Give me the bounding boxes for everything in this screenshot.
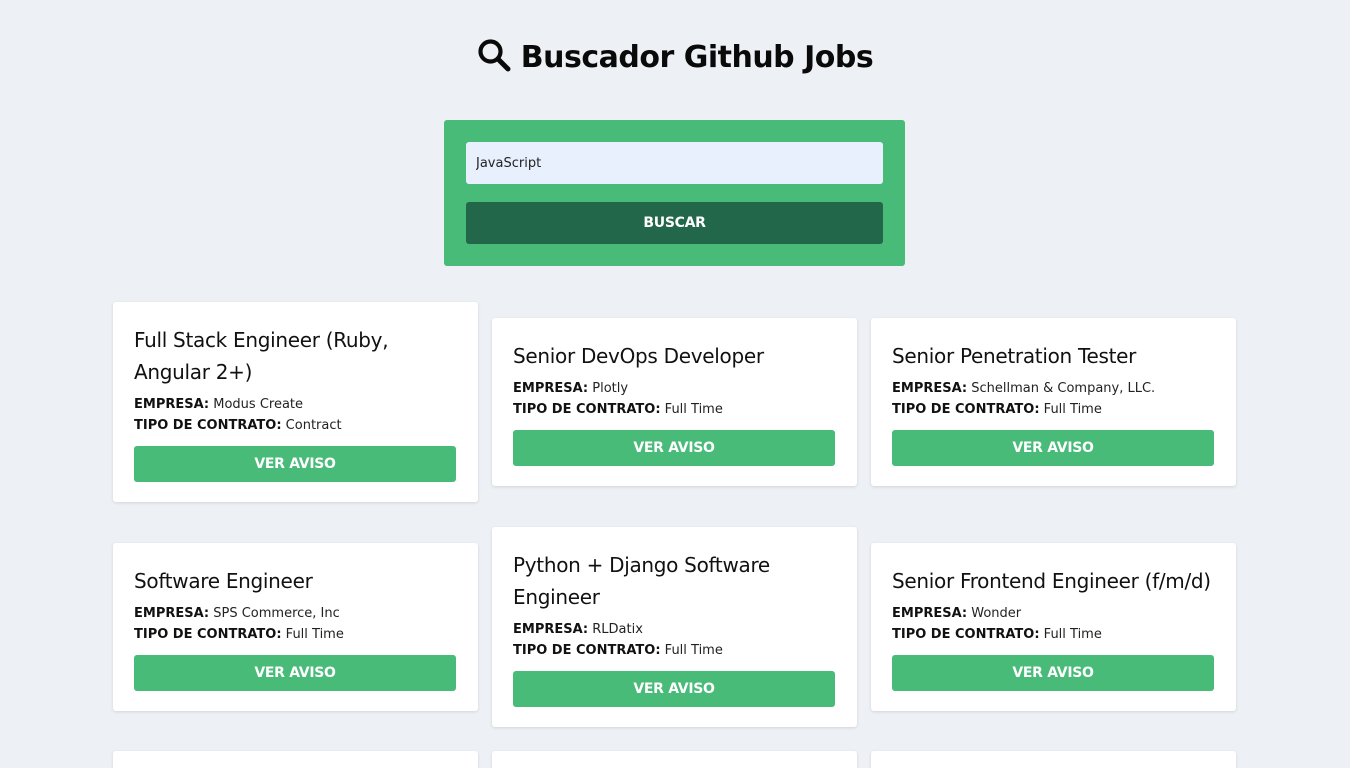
job-company: EMPRESA: Plotly — [513, 378, 836, 399]
page-header: Buscador Github Jobs — [0, 38, 1350, 76]
job-company: EMPRESA: SPS Commerce, Inc — [134, 603, 457, 624]
search-icon — [477, 38, 511, 76]
job-company: EMPRESA: RLDatix — [513, 619, 836, 640]
contract-type: Full Time — [1043, 627, 1102, 642]
view-job-button[interactable]: Ver aviso — [513, 671, 835, 707]
company-label: EMPRESA: — [134, 606, 210, 621]
view-job-button[interactable]: Ver aviso — [134, 655, 456, 691]
job-contract: TIPO DE CONTRATO: Full Time — [513, 399, 836, 420]
company-name: Plotly — [592, 381, 629, 396]
contract-label: TIPO DE CONTRATO: — [892, 627, 1040, 642]
contract-label: TIPO DE CONTRATO: — [892, 402, 1040, 417]
contract-type: Full Time — [285, 627, 344, 642]
job-contract: TIPO DE CONTRATO: Full Time — [892, 624, 1215, 645]
company-label: EMPRESA: — [134, 397, 210, 412]
search-button[interactable]: Buscar — [466, 202, 883, 244]
job-company: EMPRESA: Modus Create — [134, 394, 457, 415]
company-name: Wonder — [971, 606, 1022, 621]
company-name: RLDatix — [592, 622, 643, 637]
contract-label: TIPO DE CONTRATO: — [513, 643, 661, 658]
view-job-button[interactable]: Ver aviso — [892, 430, 1214, 466]
job-contract: TIPO DE CONTRATO: Full Time — [134, 624, 457, 645]
job-card-partial — [492, 751, 857, 768]
contract-label: TIPO DE CONTRATO: — [513, 402, 661, 417]
search-form: Buscar — [444, 120, 905, 266]
job-card: Software Engineer EMPRESA: SPS Commerce,… — [113, 543, 478, 711]
contract-type: Contract — [285, 418, 342, 433]
contract-label: TIPO DE CONTRATO: — [134, 418, 282, 433]
job-contract: TIPO DE CONTRATO: Full Time — [513, 640, 836, 661]
company-name: SPS Commerce, Inc — [213, 606, 340, 621]
job-card: Senior Penetration Tester EMPRESA: Schel… — [871, 318, 1236, 486]
search-input[interactable] — [466, 142, 883, 184]
job-title: Software Engineer — [134, 569, 313, 593]
job-card-partial — [113, 751, 478, 768]
company-label: EMPRESA: — [892, 381, 968, 396]
company-name: Modus Create — [213, 397, 304, 412]
job-title: Full Stack Engineer (Ruby, Angular 2+) — [134, 328, 389, 384]
company-label: EMPRESA: — [513, 381, 589, 396]
job-card-partial — [871, 751, 1236, 768]
view-job-button[interactable]: Ver aviso — [134, 446, 456, 482]
job-company: EMPRESA: Wonder — [892, 603, 1215, 624]
job-title: Senior Frontend Engineer (f/m/d) — [892, 569, 1211, 593]
company-name: Schellman & Company, LLC. — [971, 381, 1156, 396]
job-card: Python + Django Software Engineer EMPRES… — [492, 527, 857, 727]
job-contract: TIPO DE CONTRATO: Contract — [134, 415, 457, 436]
job-card: Full Stack Engineer (Ruby, Angular 2+) E… — [113, 302, 478, 502]
contract-type: Full Time — [664, 402, 723, 417]
contract-label: TIPO DE CONTRATO: — [134, 627, 282, 642]
company-label: EMPRESA: — [892, 606, 968, 621]
contract-type: Full Time — [1043, 402, 1102, 417]
page-title: Buscador Github Jobs — [520, 39, 874, 75]
job-title: Senior DevOps Developer — [513, 344, 764, 368]
job-card: Senior DevOps Developer EMPRESA: Plotly … — [492, 318, 857, 486]
company-label: EMPRESA: — [513, 622, 589, 637]
job-card: Senior Frontend Engineer (f/m/d) EMPRESA… — [871, 543, 1236, 711]
job-title: Python + Django Software Engineer — [513, 553, 770, 609]
job-contract: TIPO DE CONTRATO: Full Time — [892, 399, 1215, 420]
job-company: EMPRESA: Schellman & Company, LLC. — [892, 378, 1215, 399]
view-job-button[interactable]: Ver aviso — [513, 430, 835, 466]
job-title: Senior Penetration Tester — [892, 344, 1137, 368]
view-job-button[interactable]: Ver aviso — [892, 655, 1214, 691]
contract-type: Full Time — [664, 643, 723, 658]
